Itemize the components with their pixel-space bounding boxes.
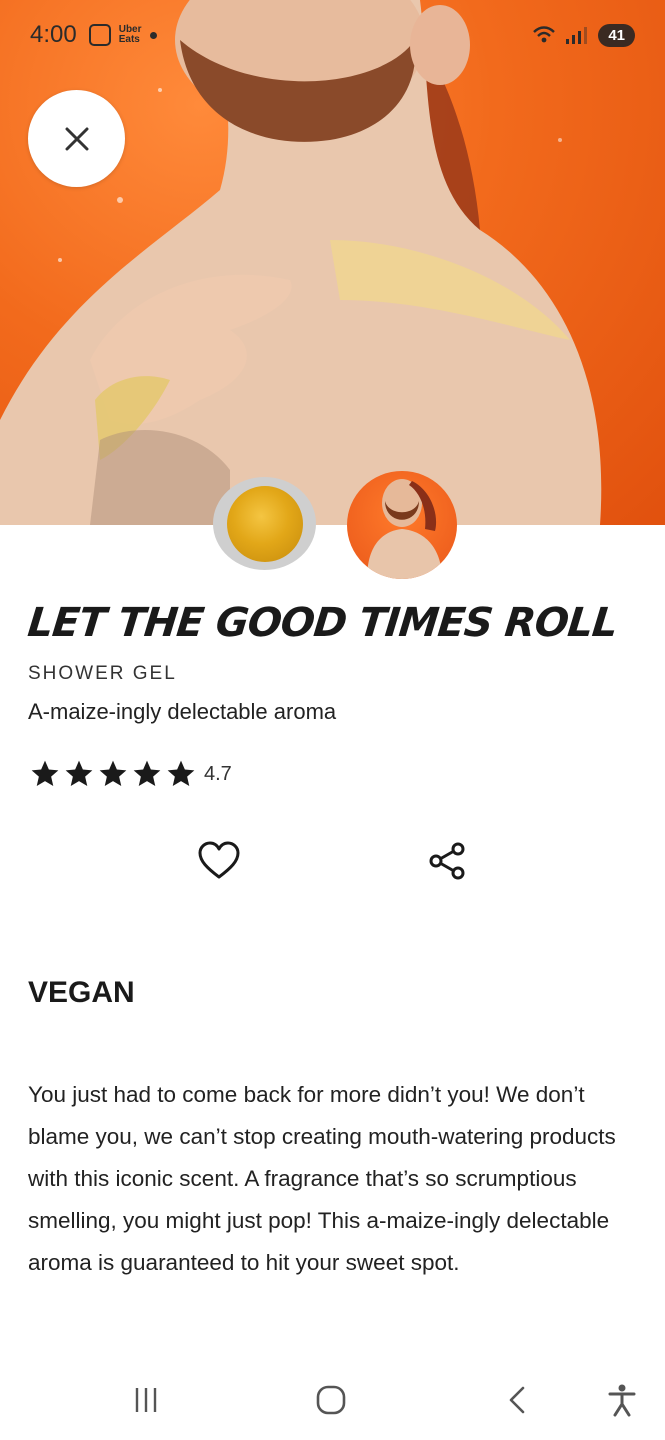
star-icon xyxy=(65,760,93,786)
star-icon xyxy=(167,760,195,786)
star-icon xyxy=(31,760,59,786)
thumbnail-product-gel[interactable] xyxy=(213,477,316,570)
nav-accessibility-button[interactable] xyxy=(600,1378,644,1422)
favorite-button[interactable] xyxy=(196,838,242,884)
star-icon xyxy=(99,760,127,786)
gel-swatch-image xyxy=(226,485,303,562)
product-description: You just had to come back for more didn’… xyxy=(28,1082,616,1275)
status-system-icons: 41 xyxy=(532,23,635,47)
rating-value: 4.7 xyxy=(204,762,232,785)
signal-icon xyxy=(566,27,588,44)
status-time: 4:00 xyxy=(30,21,77,48)
recents-icon xyxy=(135,1388,157,1412)
vegan-badge: VEGAN xyxy=(28,976,135,1009)
battery-indicator: 41 xyxy=(598,23,635,47)
close-button[interactable] xyxy=(28,90,125,187)
nav-home-button[interactable] xyxy=(309,1378,353,1422)
hero-product-image xyxy=(0,0,665,525)
product-rating[interactable]: 4.7 xyxy=(28,758,232,790)
share-icon xyxy=(429,842,465,880)
home-icon xyxy=(316,1385,346,1415)
notification-dot-icon xyxy=(149,31,157,39)
uber-eats-icon: Uber Eats xyxy=(118,24,142,45)
system-nav-bar xyxy=(0,1360,665,1440)
accessibility-icon xyxy=(608,1384,636,1417)
product-type: SHOWER GEL xyxy=(28,663,177,684)
share-button[interactable] xyxy=(424,838,470,884)
close-icon xyxy=(65,127,88,150)
status-bar: 4:00 Uber Eats 41 xyxy=(0,0,665,70)
status-notification-icons: Uber Eats xyxy=(88,24,157,46)
nav-back-button[interactable] xyxy=(496,1378,540,1422)
product-tagline: A-maize-ingly delectable aroma xyxy=(28,699,337,724)
thumbnail-model-photo[interactable] xyxy=(347,471,457,579)
product-title: LET THE GOOD TIMES ROLL xyxy=(25,600,620,646)
nav-recents-button[interactable] xyxy=(124,1378,168,1422)
wifi-icon xyxy=(533,26,556,43)
back-icon xyxy=(509,1386,525,1414)
heart-icon xyxy=(198,841,240,879)
screenshot-icon xyxy=(88,24,111,46)
star-icon xyxy=(133,760,161,786)
